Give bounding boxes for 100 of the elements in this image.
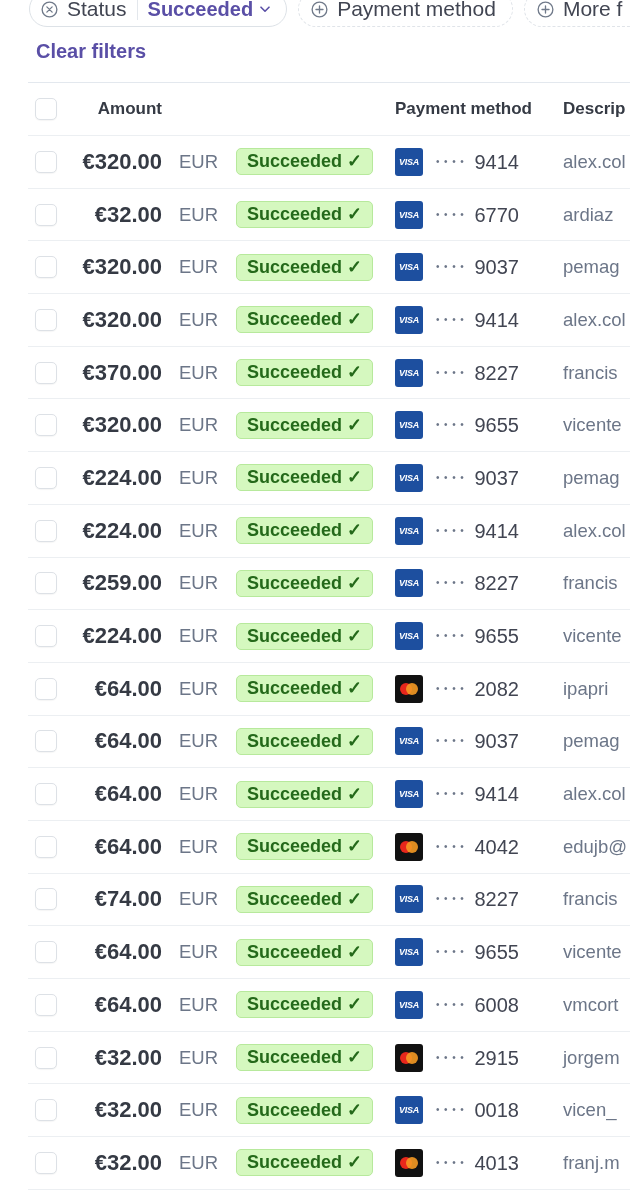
description-text: ipapri xyxy=(563,677,609,700)
row-checkbox[interactable] xyxy=(35,308,57,331)
description-text: pemag xyxy=(563,730,620,753)
row-checkbox[interactable] xyxy=(35,835,57,858)
status-badge: Succeeded ✓ xyxy=(236,359,374,387)
currency-code: EUR xyxy=(179,308,219,331)
masked-digits: •••• xyxy=(436,1051,469,1064)
description-text: jorgem xyxy=(563,1046,620,1069)
amount: €64.00 xyxy=(94,834,162,859)
add-filter-button[interactable]: Payment method xyxy=(298,0,513,27)
plus-circle-icon xyxy=(536,0,554,18)
card-last4: 9655 xyxy=(474,941,519,964)
visa-logo: VISA xyxy=(395,516,423,545)
row-checkbox[interactable] xyxy=(35,677,57,700)
currency-code: EUR xyxy=(179,888,219,911)
amount: €64.00 xyxy=(94,992,162,1017)
card-last4: 0018 xyxy=(474,1099,519,1122)
description-text: francis xyxy=(563,361,618,384)
visa-logo: VISA xyxy=(395,938,423,967)
row-checkbox[interactable] xyxy=(35,1151,57,1174)
masked-digits: •••• xyxy=(436,946,469,959)
row-checkbox[interactable] xyxy=(35,466,57,489)
row-checkbox[interactable] xyxy=(35,256,57,279)
row-checkbox[interactable] xyxy=(35,888,57,911)
amount: €259.00 xyxy=(82,571,162,596)
amount: €224.00 xyxy=(82,518,162,543)
payment-method-header[interactable]: Payment method xyxy=(395,99,532,119)
visa-logo: VISA xyxy=(395,200,423,229)
currency-code: EUR xyxy=(179,941,219,964)
description-text: alex.col xyxy=(563,783,626,806)
add-filter-button[interactable]: More f xyxy=(523,0,630,27)
card-last4: 9414 xyxy=(474,519,519,542)
currency-code: EUR xyxy=(179,783,219,806)
status-badge: Succeeded ✓ xyxy=(236,201,374,229)
amount: €32.00 xyxy=(94,1098,162,1123)
row-checkbox[interactable] xyxy=(35,1046,57,1069)
description-text: pemag xyxy=(563,256,620,279)
row-checkbox[interactable] xyxy=(35,572,57,595)
row-checkbox[interactable] xyxy=(35,730,57,753)
card-last4: 8227 xyxy=(474,361,519,384)
description-header[interactable]: Descrip xyxy=(563,99,626,119)
row-checkbox[interactable] xyxy=(35,941,57,964)
currency-code: EUR xyxy=(179,572,219,595)
masked-digits: •••• xyxy=(436,208,469,221)
visa-logo: VISA xyxy=(395,411,423,440)
card-last4: 9655 xyxy=(474,625,519,648)
row-checkbox[interactable] xyxy=(35,625,57,648)
row-checkbox[interactable] xyxy=(35,203,57,226)
status-badge: Succeeded ✓ xyxy=(236,991,374,1019)
card-last4: 9414 xyxy=(474,308,519,331)
description-text: francis xyxy=(563,572,618,595)
mastercard-icon xyxy=(395,832,423,861)
currency-code: EUR xyxy=(179,677,219,700)
description-text: alex.col xyxy=(563,519,626,542)
visa-logo: VISA xyxy=(395,358,423,387)
masked-digits: •••• xyxy=(436,735,469,748)
card-last4: 4042 xyxy=(474,835,519,858)
filter-chip[interactable]: Status Succeeded xyxy=(29,0,288,27)
card-last4: 6008 xyxy=(474,993,519,1016)
currency-code: EUR xyxy=(179,993,219,1016)
amount: €64.00 xyxy=(94,676,162,701)
mastercard-icon xyxy=(395,1148,423,1177)
card-last4: 9037 xyxy=(474,256,519,279)
amount: €64.00 xyxy=(94,782,162,807)
status-badge: Succeeded ✓ xyxy=(236,1149,374,1177)
card-last4: 9414 xyxy=(474,150,519,173)
row-checkbox[interactable] xyxy=(35,361,57,384)
select-all-checkbox[interactable] xyxy=(35,98,57,120)
description-text: alex.col xyxy=(563,308,626,331)
description-text: edujb@ xyxy=(563,835,628,858)
amount: €320.00 xyxy=(82,255,162,280)
currency-code: EUR xyxy=(179,625,219,648)
description-text: vicente xyxy=(563,941,622,964)
masked-digits: •••• xyxy=(436,524,469,537)
row-checkbox[interactable] xyxy=(35,414,57,437)
masked-digits: •••• xyxy=(436,1104,469,1117)
visa-logo: VISA xyxy=(395,885,423,914)
masked-digits: •••• xyxy=(436,682,469,695)
card-last4: 2915 xyxy=(474,1046,519,1069)
masked-digits: •••• xyxy=(436,1156,469,1169)
clear-icon[interactable] xyxy=(41,0,58,18)
row-checkbox[interactable] xyxy=(35,993,57,1016)
visa-logo: VISA xyxy=(395,622,423,651)
clear-filters-link[interactable]: Clear filters xyxy=(36,40,147,62)
visa-logo: VISA xyxy=(395,990,423,1019)
description-text: vicente xyxy=(563,625,622,648)
currency-code: EUR xyxy=(179,519,219,542)
row-checkbox[interactable] xyxy=(35,519,57,542)
status-badge: Succeeded ✓ xyxy=(236,833,374,861)
row-checkbox[interactable] xyxy=(35,783,57,806)
currency-code: EUR xyxy=(179,1046,219,1069)
description-text: franj.m xyxy=(563,1151,620,1174)
amount-header[interactable]: Amount xyxy=(97,99,162,119)
amount: €64.00 xyxy=(94,729,162,754)
amount: €320.00 xyxy=(82,307,162,332)
masked-digits: •••• xyxy=(436,366,469,379)
row-checkbox[interactable] xyxy=(35,1099,57,1122)
currency-code: EUR xyxy=(179,1151,219,1174)
row-checkbox[interactable] xyxy=(35,150,57,173)
card-last4: 9414 xyxy=(474,783,519,806)
